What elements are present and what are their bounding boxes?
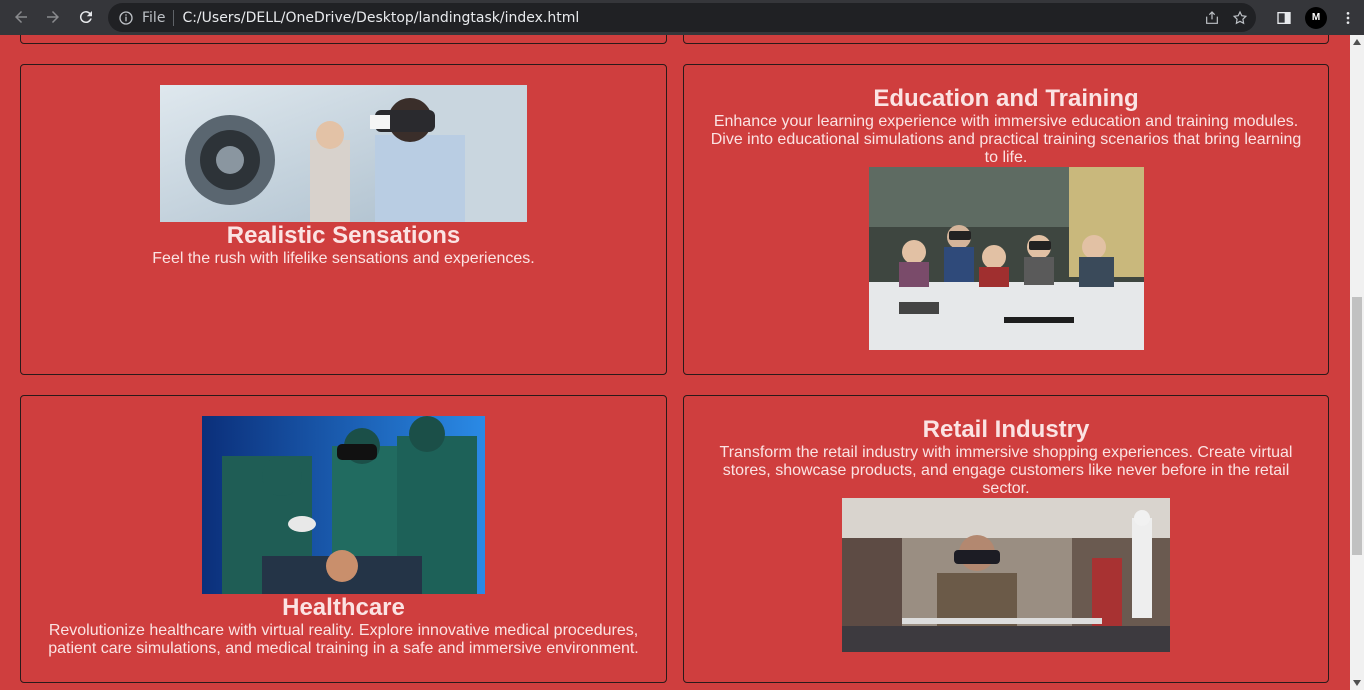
page-scrollbar[interactable] xyxy=(1350,35,1364,690)
card-title: Education and Training xyxy=(873,85,1139,112)
card-healthcare: Healthcare Revolutionize healthcare with… xyxy=(20,395,667,683)
more-vertical-icon xyxy=(1346,11,1350,24)
card-title: Healthcare xyxy=(282,594,405,621)
card-realistic-sensations: Realistic Sensations Feel the rush with … xyxy=(20,64,667,375)
file-scheme-label: File xyxy=(142,9,166,26)
page-content: Realistic Sensations Feel the rush with … xyxy=(0,35,1350,690)
vr-retail-store-image xyxy=(842,498,1170,652)
divider xyxy=(173,9,175,26)
card-retail-industry: Retail Industry Transform the retail ind… xyxy=(683,395,1329,683)
url-text[interactable]: C:/Users/DELL/OneDrive/Desktop/landingta… xyxy=(182,10,579,26)
arrow-left-icon xyxy=(15,11,27,23)
side-panel-icon xyxy=(1277,11,1291,24)
star-icon[interactable] xyxy=(1232,10,1248,26)
browser-toolbar: File C:/Users/DELL/OneDrive/Desktop/land… xyxy=(0,0,1364,35)
side-panel-button[interactable] xyxy=(1268,2,1300,34)
card-title: Retail Industry xyxy=(922,416,1090,443)
reload-button[interactable] xyxy=(70,1,102,33)
card-title: Realistic Sensations xyxy=(226,222,461,249)
card-description: Revolutionize healthcare with virtual re… xyxy=(48,622,639,657)
back-button[interactable] xyxy=(5,1,37,33)
scroll-down-button[interactable] xyxy=(1350,676,1364,690)
toolbar-actions: M xyxy=(1268,0,1364,35)
vr-surgery-image xyxy=(202,416,485,594)
triangle-down-icon xyxy=(1353,680,1361,686)
vr-engineer-image xyxy=(160,85,527,222)
reload-icon xyxy=(79,11,92,24)
previous-card-right xyxy=(683,35,1329,44)
menu-button[interactable] xyxy=(1332,2,1364,34)
scroll-up-button[interactable] xyxy=(1350,35,1364,49)
card-description: Feel the rush with lifelike sensations a… xyxy=(152,250,535,267)
vr-classroom-image xyxy=(868,167,1144,350)
profile-button[interactable]: M xyxy=(1300,2,1332,34)
scroll-thumb[interactable] xyxy=(1352,297,1362,555)
address-bar[interactable]: File C:/Users/DELL/OneDrive/Desktop/land… xyxy=(108,3,1256,32)
share-icon[interactable] xyxy=(1204,10,1220,26)
card-description: Transform the retail industry with immer… xyxy=(719,444,1293,497)
info-icon[interactable] xyxy=(118,10,134,26)
card-description: Enhance your learning experience with im… xyxy=(710,113,1302,166)
avatar: M xyxy=(1305,6,1327,29)
card-education-training: Education and Training Enhance your lear… xyxy=(683,64,1329,375)
omnibox-actions xyxy=(1204,3,1248,32)
forward-button[interactable] xyxy=(37,1,69,33)
triangle-up-icon xyxy=(1353,39,1361,45)
arrow-right-icon xyxy=(47,11,59,23)
previous-card-left xyxy=(20,35,667,44)
